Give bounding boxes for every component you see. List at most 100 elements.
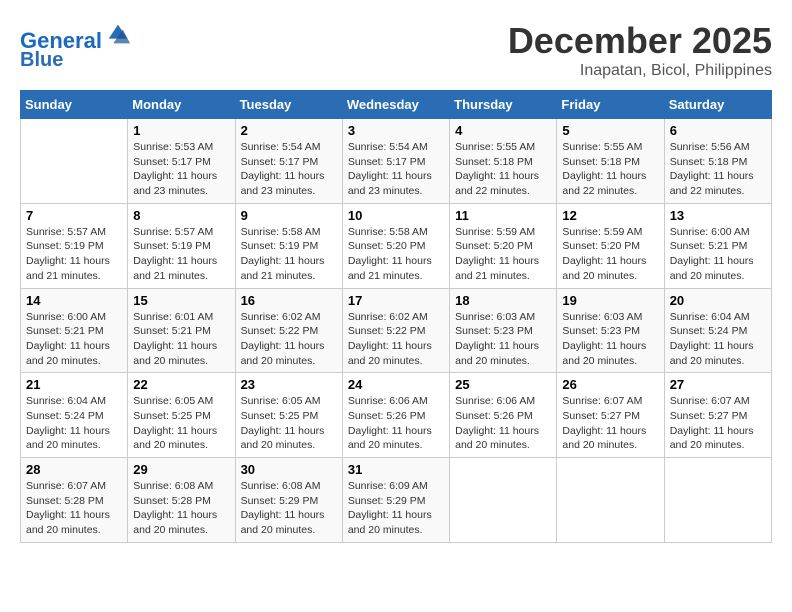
calendar-cell: 12Sunrise: 5:59 AM Sunset: 5:20 PM Dayli…: [557, 203, 664, 288]
calendar-cell: 2 Sunrise: 5:54 AM Sunset: 5:17 PM Daylig…: [235, 119, 342, 204]
day-info: Sunrise: 5:58 AM Sunset: 5:19 PM Dayligh…: [241, 225, 337, 284]
day-info: Sunrise: 6:02 AM Sunset: 5:22 PM Dayligh…: [241, 310, 337, 369]
day-info: Sunrise: 5:58 AM Sunset: 5:20 PM Dayligh…: [348, 225, 444, 284]
day-number: 31: [348, 462, 444, 477]
day-number: 29: [133, 462, 229, 477]
calendar-cell: 14 Sunrise: 6:00 AM Sunset: 5:21 PM Dayli…: [21, 288, 128, 373]
day-number: 26: [562, 377, 658, 392]
calendar-week-row: 28 Sunrise: 6:07 AM Sunset: 5:28 PM Dayli…: [21, 458, 772, 543]
day-number: 7: [26, 208, 122, 223]
calendar-cell: 20Sunrise: 6:04 AM Sunset: 5:24 PM Dayli…: [664, 288, 771, 373]
day-info: Sunrise: 6:05 AM Sunset: 5:25 PM Dayligh…: [241, 394, 337, 453]
header-tuesday: Tuesday: [235, 91, 342, 119]
calendar-cell: 23Sunrise: 6:05 AM Sunset: 5:25 PM Dayli…: [235, 373, 342, 458]
day-info: Sunrise: 5:55 AM Sunset: 5:18 PM Dayligh…: [562, 140, 658, 199]
day-number: 5: [562, 123, 658, 138]
day-number: 15: [133, 293, 229, 308]
title-block: December 2025 Inapatan, Bicol, Philippin…: [508, 20, 772, 80]
day-number: 8: [133, 208, 229, 223]
day-info: Sunrise: 6:07 AM Sunset: 5:27 PM Dayligh…: [670, 394, 766, 453]
day-number: 14: [26, 293, 122, 308]
header-saturday: Saturday: [664, 91, 771, 119]
logo-icon: [104, 20, 132, 48]
day-info: Sunrise: 6:07 AM Sunset: 5:27 PM Dayligh…: [562, 394, 658, 453]
calendar-cell: 1 Sunrise: 5:53 AM Sunset: 5:17 PM Daylig…: [128, 119, 235, 204]
day-info: Sunrise: 6:09 AM Sunset: 5:29 PM Dayligh…: [348, 479, 444, 538]
calendar-cell: 26 Sunrise: 6:07 AM Sunset: 5:27 PM Dayli…: [557, 373, 664, 458]
day-info: Sunrise: 5:55 AM Sunset: 5:18 PM Dayligh…: [455, 140, 551, 199]
calendar-cell: 5 Sunrise: 5:55 AM Sunset: 5:18 PM Daylig…: [557, 119, 664, 204]
header-thursday: Thursday: [450, 91, 557, 119]
header-sunday: Sunday: [21, 91, 128, 119]
day-info: Sunrise: 5:59 AM Sunset: 5:20 PM Dayligh…: [562, 225, 658, 284]
day-info: Sunrise: 6:05 AM Sunset: 5:25 PM Dayligh…: [133, 394, 229, 453]
calendar-cell: 21Sunrise: 6:04 AM Sunset: 5:24 PM Dayli…: [21, 373, 128, 458]
day-number: 3: [348, 123, 444, 138]
day-number: 19: [562, 293, 658, 308]
day-info: Sunrise: 5:56 AM Sunset: 5:18 PM Dayligh…: [670, 140, 766, 199]
calendar-cell: 16 Sunrise: 6:02 AM Sunset: 5:22 PM Dayli…: [235, 288, 342, 373]
calendar-cell: 30 Sunrise: 6:08 AM Sunset: 5:29 PM Dayli…: [235, 458, 342, 543]
day-info: Sunrise: 5:57 AM Sunset: 5:19 PM Dayligh…: [133, 225, 229, 284]
calendar-cell: 24Sunrise: 6:06 AM Sunset: 5:26 PM Dayli…: [342, 373, 449, 458]
location-subtitle: Inapatan, Bicol, Philippines: [508, 62, 772, 80]
calendar-header-row: SundayMondayTuesdayWednesdayThursdayFrid…: [21, 91, 772, 119]
calendar-cell: 13Sunrise: 6:00 AM Sunset: 5:21 PM Dayli…: [664, 203, 771, 288]
header-monday: Monday: [128, 91, 235, 119]
calendar-cell: [450, 458, 557, 543]
day-info: Sunrise: 6:06 AM Sunset: 5:26 PM Dayligh…: [455, 394, 551, 453]
calendar-cell: 22Sunrise: 6:05 AM Sunset: 5:25 PM Dayli…: [128, 373, 235, 458]
calendar-cell: 9 Sunrise: 5:58 AM Sunset: 5:19 PM Daylig…: [235, 203, 342, 288]
day-number: 16: [241, 293, 337, 308]
day-info: Sunrise: 6:00 AM Sunset: 5:21 PM Dayligh…: [26, 310, 122, 369]
calendar-cell: [21, 119, 128, 204]
day-info: Sunrise: 6:07 AM Sunset: 5:28 PM Dayligh…: [26, 479, 122, 538]
calendar-cell: 11 Sunrise: 5:59 AM Sunset: 5:20 PM Dayli…: [450, 203, 557, 288]
calendar-cell: [557, 458, 664, 543]
day-info: Sunrise: 6:04 AM Sunset: 5:24 PM Dayligh…: [26, 394, 122, 453]
page-header: General Blue December 2025 Inapatan, Bic…: [20, 20, 772, 80]
day-number: 9: [241, 208, 337, 223]
day-number: 2: [241, 123, 337, 138]
calendar-cell: 19 Sunrise: 6:03 AM Sunset: 5:23 PM Dayli…: [557, 288, 664, 373]
day-info: Sunrise: 6:08 AM Sunset: 5:28 PM Dayligh…: [133, 479, 229, 538]
calendar-cell: 25 Sunrise: 6:06 AM Sunset: 5:26 PM Dayli…: [450, 373, 557, 458]
calendar-cell: 18 Sunrise: 6:03 AM Sunset: 5:23 PM Dayli…: [450, 288, 557, 373]
calendar-cell: 3 Sunrise: 5:54 AM Sunset: 5:17 PM Daylig…: [342, 119, 449, 204]
day-number: 17: [348, 293, 444, 308]
day-info: Sunrise: 5:54 AM Sunset: 5:17 PM Dayligh…: [348, 140, 444, 199]
day-number: 18: [455, 293, 551, 308]
calendar-cell: 6 Sunrise: 5:56 AM Sunset: 5:18 PM Daylig…: [664, 119, 771, 204]
day-number: 28: [26, 462, 122, 477]
day-info: Sunrise: 6:03 AM Sunset: 5:23 PM Dayligh…: [455, 310, 551, 369]
day-number: 25: [455, 377, 551, 392]
calendar-cell: 4 Sunrise: 5:55 AM Sunset: 5:18 PM Daylig…: [450, 119, 557, 204]
day-info: Sunrise: 6:00 AM Sunset: 5:21 PM Dayligh…: [670, 225, 766, 284]
day-info: Sunrise: 6:03 AM Sunset: 5:23 PM Dayligh…: [562, 310, 658, 369]
day-info: Sunrise: 5:53 AM Sunset: 5:17 PM Dayligh…: [133, 140, 229, 199]
calendar-cell: 7 Sunrise: 5:57 AM Sunset: 5:19 PM Daylig…: [21, 203, 128, 288]
calendar-cell: 31 Sunrise: 6:09 AM Sunset: 5:29 PM Dayli…: [342, 458, 449, 543]
day-number: 4: [455, 123, 551, 138]
calendar-table: SundayMondayTuesdayWednesdayThursdayFrid…: [20, 90, 772, 543]
day-number: 30: [241, 462, 337, 477]
header-wednesday: Wednesday: [342, 91, 449, 119]
calendar-cell: 10Sunrise: 5:58 AM Sunset: 5:20 PM Dayli…: [342, 203, 449, 288]
calendar-week-row: 1 Sunrise: 5:53 AM Sunset: 5:17 PM Daylig…: [21, 119, 772, 204]
day-info: Sunrise: 6:08 AM Sunset: 5:29 PM Dayligh…: [241, 479, 337, 538]
day-info: Sunrise: 5:57 AM Sunset: 5:19 PM Dayligh…: [26, 225, 122, 284]
day-info: Sunrise: 5:54 AM Sunset: 5:17 PM Dayligh…: [241, 140, 337, 199]
calendar-week-row: 14 Sunrise: 6:00 AM Sunset: 5:21 PM Dayli…: [21, 288, 772, 373]
calendar-cell: 15 Sunrise: 6:01 AM Sunset: 5:21 PM Dayli…: [128, 288, 235, 373]
day-number: 27: [670, 377, 766, 392]
month-title: December 2025: [508, 20, 772, 62]
calendar-cell: 29 Sunrise: 6:08 AM Sunset: 5:28 PM Dayli…: [128, 458, 235, 543]
day-number: 11: [455, 208, 551, 223]
day-number: 24: [348, 377, 444, 392]
calendar-cell: 27 Sunrise: 6:07 AM Sunset: 5:27 PM Dayli…: [664, 373, 771, 458]
calendar-week-row: 7 Sunrise: 5:57 AM Sunset: 5:19 PM Daylig…: [21, 203, 772, 288]
day-number: 1: [133, 123, 229, 138]
day-number: 6: [670, 123, 766, 138]
day-info: Sunrise: 5:59 AM Sunset: 5:20 PM Dayligh…: [455, 225, 551, 284]
day-info: Sunrise: 6:01 AM Sunset: 5:21 PM Dayligh…: [133, 310, 229, 369]
